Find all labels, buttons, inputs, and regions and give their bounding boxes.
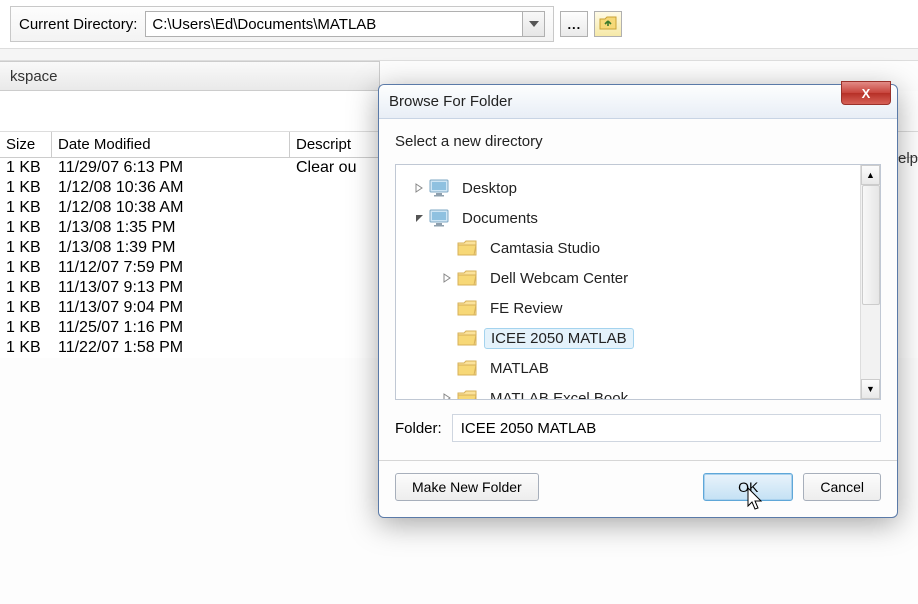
folder-icon bbox=[456, 328, 478, 348]
folder-icon bbox=[456, 358, 478, 378]
help-fragment: elp bbox=[898, 150, 918, 167]
folder-up-icon bbox=[599, 16, 617, 33]
cell-date: 1/13/08 1:35 PM bbox=[52, 219, 290, 237]
cell-size: 1 KB bbox=[0, 179, 52, 197]
cell-date: 1/12/08 10:38 AM bbox=[52, 199, 290, 217]
cell-size: 1 KB bbox=[0, 279, 52, 297]
tree-expander-empty bbox=[440, 331, 454, 345]
cell-date: 11/29/07 6:13 PM bbox=[52, 159, 290, 177]
make-new-folder-button[interactable]: Make New Folder bbox=[395, 473, 539, 501]
scroll-down-icon[interactable]: ▼ bbox=[861, 379, 880, 399]
tree-item[interactable]: FE Review bbox=[402, 293, 854, 323]
tree-item-label: Camtasia Studio bbox=[484, 239, 606, 258]
tree-scrollbar[interactable]: ▲ ▼ bbox=[860, 165, 880, 399]
folder-icon bbox=[456, 298, 478, 318]
current-directory-dropdown[interactable] bbox=[145, 11, 545, 37]
tree-expander-empty bbox=[440, 361, 454, 375]
tree-expand-icon[interactable] bbox=[412, 181, 426, 195]
cell-size: 1 KB bbox=[0, 339, 52, 357]
column-header-date[interactable]: Date Modified bbox=[52, 132, 290, 157]
scroll-up-icon[interactable]: ▲ bbox=[861, 165, 880, 185]
tree-expand-icon[interactable] bbox=[440, 391, 454, 399]
cell-date: 11/22/07 1:58 PM bbox=[52, 339, 290, 357]
tree-item[interactable]: ICEE 2050 MATLAB bbox=[402, 323, 854, 353]
current-directory-panel: Current Directory: bbox=[10, 6, 554, 42]
tree-expander-empty bbox=[440, 301, 454, 315]
column-header-size[interactable]: Size bbox=[0, 132, 52, 157]
tree-item-label: Desktop bbox=[456, 179, 523, 198]
tree-expander-empty bbox=[440, 241, 454, 255]
current-directory-label: Current Directory: bbox=[19, 16, 137, 33]
cell-date: 11/12/07 7:59 PM bbox=[52, 259, 290, 277]
tree-item[interactable]: Desktop bbox=[402, 173, 854, 203]
tree-item-label: MATLAB Excel Book bbox=[484, 389, 634, 400]
close-icon: X bbox=[862, 86, 871, 101]
cell-size: 1 KB bbox=[0, 159, 52, 177]
close-button[interactable]: X bbox=[841, 81, 891, 105]
dialog-instruction: Select a new directory bbox=[395, 133, 881, 150]
ellipsis-icon: ... bbox=[567, 17, 581, 32]
cell-date: 11/25/07 1:16 PM bbox=[52, 319, 290, 337]
workspace-title: kspace bbox=[10, 68, 58, 85]
cell-size: 1 KB bbox=[0, 219, 52, 237]
browse-button[interactable]: ... bbox=[560, 11, 588, 37]
tree-expand-icon[interactable] bbox=[440, 271, 454, 285]
current-directory-input[interactable] bbox=[146, 14, 522, 35]
tree-item[interactable]: Dell Webcam Center bbox=[402, 263, 854, 293]
folder-label: Folder: bbox=[395, 420, 442, 437]
folder-name-input[interactable] bbox=[452, 414, 881, 442]
tree-item[interactable]: MATLAB bbox=[402, 353, 854, 383]
folder-icon bbox=[456, 238, 478, 258]
folder-icon bbox=[456, 268, 478, 288]
scroll-thumb[interactable] bbox=[862, 185, 880, 305]
tree-item[interactable]: Documents bbox=[402, 203, 854, 233]
cell-date: 1/12/08 10:36 AM bbox=[52, 179, 290, 197]
tree-item-label: Dell Webcam Center bbox=[484, 269, 634, 288]
folder-tree: Desktop Documents Camtasia Studio Dell Webc… bbox=[395, 164, 881, 400]
tree-item-label: FE Review bbox=[484, 299, 569, 318]
cell-size: 1 KB bbox=[0, 319, 52, 337]
cell-size: 1 KB bbox=[0, 299, 52, 317]
folder-icon bbox=[456, 388, 478, 399]
cell-size: 1 KB bbox=[0, 199, 52, 217]
dialog-title: Browse For Folder bbox=[389, 93, 512, 110]
browse-folder-dialog: Browse For Folder X Select a new directo… bbox=[378, 84, 898, 518]
tree-item-label: MATLAB bbox=[484, 359, 555, 378]
dropdown-arrow-icon[interactable] bbox=[522, 12, 544, 36]
cell-size: 1 KB bbox=[0, 259, 52, 277]
cancel-button[interactable]: Cancel bbox=[803, 473, 881, 501]
folder-up-button[interactable] bbox=[594, 11, 622, 37]
monitor-icon bbox=[428, 178, 450, 198]
cell-date: 1/13/08 1:39 PM bbox=[52, 239, 290, 257]
tree-collapse-icon[interactable] bbox=[412, 211, 426, 225]
ok-button-label: OK bbox=[738, 479, 758, 495]
workspace-panel-header: kspace bbox=[0, 61, 380, 91]
monitor-icon bbox=[428, 208, 450, 228]
tree-item[interactable]: Camtasia Studio bbox=[402, 233, 854, 263]
tree-item-label: ICEE 2050 MATLAB bbox=[484, 328, 634, 349]
toolbar: Current Directory: ... bbox=[0, 0, 918, 49]
cell-size: 1 KB bbox=[0, 239, 52, 257]
tree-item-label: Documents bbox=[456, 209, 544, 228]
tree-item[interactable]: MATLAB Excel Book bbox=[402, 383, 854, 399]
cell-date: 11/13/07 9:13 PM bbox=[52, 279, 290, 297]
dialog-titlebar[interactable]: Browse For Folder X bbox=[379, 85, 897, 119]
ok-button[interactable]: OK bbox=[703, 473, 793, 501]
cell-date: 11/13/07 9:04 PM bbox=[52, 299, 290, 317]
